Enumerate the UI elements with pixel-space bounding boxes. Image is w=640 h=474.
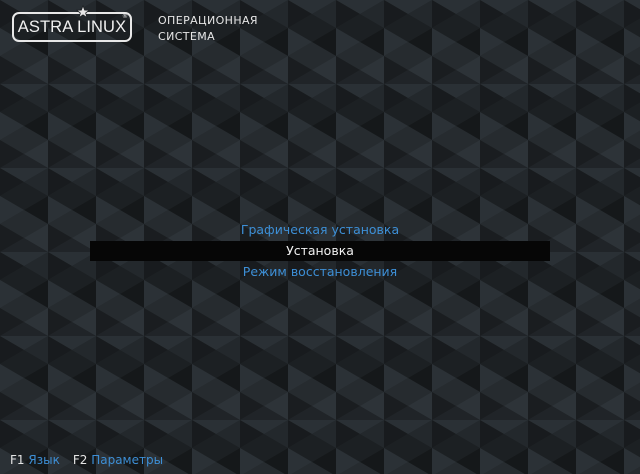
star-icon <box>76 5 90 19</box>
os-caption-line-1: ОПЕРАЦИОННАЯ <box>158 14 258 27</box>
os-caption: ОПЕРАЦИОННАЯ СИСТЕМА <box>158 13 258 45</box>
registered-mark: ® <box>122 13 128 20</box>
menu-item-install[interactable]: Установка <box>90 241 550 261</box>
function-key-bar: F1 Язык F2 Параметры <box>10 452 163 468</box>
f1-key-label: F1 <box>10 453 25 467</box>
os-caption-line-2: СИСТЕМА <box>158 30 216 43</box>
menu-item-recovery-mode[interactable]: Режим восстановления <box>90 262 550 282</box>
f2-key-label: F2 <box>72 453 88 467</box>
language-option[interactable]: Язык <box>28 453 59 467</box>
parameters-option[interactable]: Параметры <box>91 453 163 467</box>
boot-screen: ASTRA LINUX ® ОПЕРАЦИОННАЯ СИСТЕМА Графи… <box>0 0 640 474</box>
menu-item-graphical-install[interactable]: Графическая установка <box>90 220 550 240</box>
astra-linux-logo: ASTRA LINUX ® <box>12 5 132 42</box>
logo-text: ASTRA LINUX <box>17 18 127 37</box>
